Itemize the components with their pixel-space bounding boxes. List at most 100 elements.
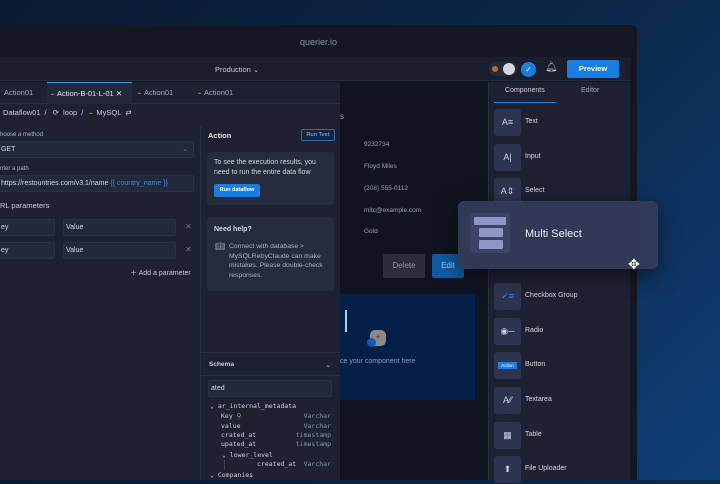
preview-button[interactable]: Preview [567, 60, 619, 78]
upload-icon: ⬆ [494, 456, 521, 483]
environment-label: Production [215, 65, 251, 74]
record-phone: (208) 555-0112 [364, 185, 408, 192]
breadcrumb-item[interactable]: MySQL [96, 108, 121, 117]
column-name: crated_at [221, 431, 257, 439]
window-title: querier.io [299, 37, 338, 47]
path-input[interactable]: https://restountries.com/v3.1/name {{ co… [0, 175, 194, 192]
component-label: File Uploader [525, 465, 567, 472]
record-tier: Gold [364, 228, 378, 235]
breadcrumb: Dataflow01/ ⟳ loop / ━ MySQL ⇄ [3, 108, 136, 117]
tree-column[interactable]: upated_at timestamp [200, 440, 340, 450]
key-icon: ⚲ [236, 412, 242, 420]
schema-header[interactable]: Schema ⌄ [200, 352, 340, 376]
record-name: Floyd Miles [364, 163, 397, 170]
param-value-input[interactable]: Value [63, 242, 176, 259]
drop-zone[interactable]: + ce your component here [340, 294, 475, 400]
param-key-input[interactable]: ey [0, 219, 55, 236]
separator: / [44, 108, 47, 117]
table-name: Companies [217, 471, 254, 479]
button-icon-text: Action [498, 362, 517, 370]
record-email: mitc@example.com [364, 207, 422, 214]
tab-label: Action01 [4, 88, 34, 97]
input-icon: A| [494, 144, 521, 171]
breadcrumb-item[interactable]: loop [63, 108, 77, 117]
action-tabs: Action01 ━ Action-B-01-L-01 ✕ ━ Action01 ━… [0, 82, 340, 104]
dot-icon [367, 338, 376, 347]
method-label: hoose a method [0, 132, 44, 138]
param-key-input[interactable]: ey [0, 242, 55, 259]
component-label: Radio [525, 327, 544, 334]
run-dataflow-button[interactable]: Run dataflow [214, 184, 260, 197]
tab-editor[interactable]: Editor [581, 87, 599, 94]
textarea-icon: A⁄⁄ [494, 387, 521, 414]
add-parameter-button[interactable]: ＋ Add a parameter [130, 268, 191, 278]
column-type: Varchar [303, 412, 331, 420]
multi-select-label: Multi Select [525, 228, 582, 240]
tree-table[interactable]: ⌄ ar_internal_metadata [200, 402, 340, 412]
column-name: created_at [257, 460, 297, 468]
table-name: ar_internal_metadata [217, 402, 297, 410]
chevron-down-icon: ⌄ [182, 146, 188, 153]
tab-label: Action01 [204, 88, 234, 97]
path-value: https://restountries.com/v3.1/name [1, 180, 109, 187]
subgroup-name: lower_level [229, 451, 273, 459]
tab-action01[interactable]: ━ Action01 [134, 82, 194, 104]
bell-icon[interactable]: 🔔︎ [545, 62, 558, 73]
radio-icon: ◉─ [494, 318, 521, 345]
run-test-button[interactable]: Run Test [301, 129, 335, 141]
schema-title: Schema [209, 361, 234, 368]
tab-components[interactable]: Components [505, 87, 545, 94]
method-select[interactable]: GET ⌄ [0, 141, 194, 158]
environment-select[interactable]: Production ⌄ [215, 65, 259, 74]
tab-label: Action-B-01-L-01 [57, 89, 114, 98]
tree-column[interactable]: created_at Varchar [224, 460, 340, 470]
param-value-input[interactable]: Value [63, 219, 176, 236]
remove-param-icon[interactable]: ✕ [185, 245, 192, 254]
delete-button[interactable]: Delete [383, 254, 425, 278]
toggle-knob [503, 63, 515, 75]
component-label: Button [525, 361, 546, 368]
loop-icon: ⟳ [52, 108, 60, 117]
canvas [340, 82, 488, 480]
canvas-heading: s [340, 112, 344, 121]
component-label: Textarea [525, 396, 552, 403]
params-label: RL parameters [0, 201, 50, 210]
cursor-caret [345, 310, 347, 332]
checkbox-group-icon: ✓≡ [494, 283, 521, 310]
method-value: GET [1, 146, 16, 153]
remove-param-icon[interactable]: ✕ [185, 222, 192, 231]
component-label: Select [525, 187, 545, 194]
mysql-icon: ━ [51, 92, 55, 98]
path-variable: {{ country_name }} [110, 180, 168, 187]
text-icon: A≡ [494, 109, 521, 136]
drop-hint: ce your component here [340, 358, 416, 365]
schema-tree: ⌄ ar_internal_metadata Key ⚲ Varchar valu… [200, 402, 340, 480]
active-tab-indicator [494, 102, 556, 103]
swap-icon[interactable]: ⇄ [125, 108, 131, 117]
separator: / [81, 108, 84, 117]
add-parameter-label: Add a parameter [138, 270, 191, 277]
schema-search-input[interactable]: ated [208, 380, 332, 397]
component-label: Checkbox Group [525, 292, 578, 299]
table-icon: ▦ [494, 422, 521, 449]
sun-icon [492, 66, 498, 72]
column-type: Varchar [303, 422, 331, 430]
breadcrumb-item[interactable]: Dataflow01 [3, 108, 41, 117]
help-title: Need help? [214, 226, 252, 233]
check-icon[interactable]: ✓ [521, 62, 536, 77]
theme-toggle[interactable] [489, 62, 517, 76]
component-label: Text [525, 118, 538, 125]
component-label: Input [525, 153, 541, 160]
execution-info-text: To see the execution results, you need t… [214, 159, 316, 176]
tab-action-b-01-l-01[interactable]: ━ Action-B-01-L-01 ✕ [47, 82, 132, 104]
help-text: Connect with database > MySQLRetryClaude… [229, 243, 323, 279]
mysql-icon: ━ [138, 91, 142, 97]
chevron-down-icon: ⌄ [325, 362, 331, 369]
path-label: nter a path [0, 166, 29, 172]
tree-column[interactable]: Key ⚲ Varchar [200, 412, 340, 422]
components-panel [488, 82, 630, 480]
mysql-icon: ━ [198, 91, 202, 97]
close-icon[interactable]: ✕ [116, 89, 122, 98]
column-name: upated_at [221, 440, 257, 448]
tab-action01[interactable]: ━ Action01 [194, 82, 254, 104]
